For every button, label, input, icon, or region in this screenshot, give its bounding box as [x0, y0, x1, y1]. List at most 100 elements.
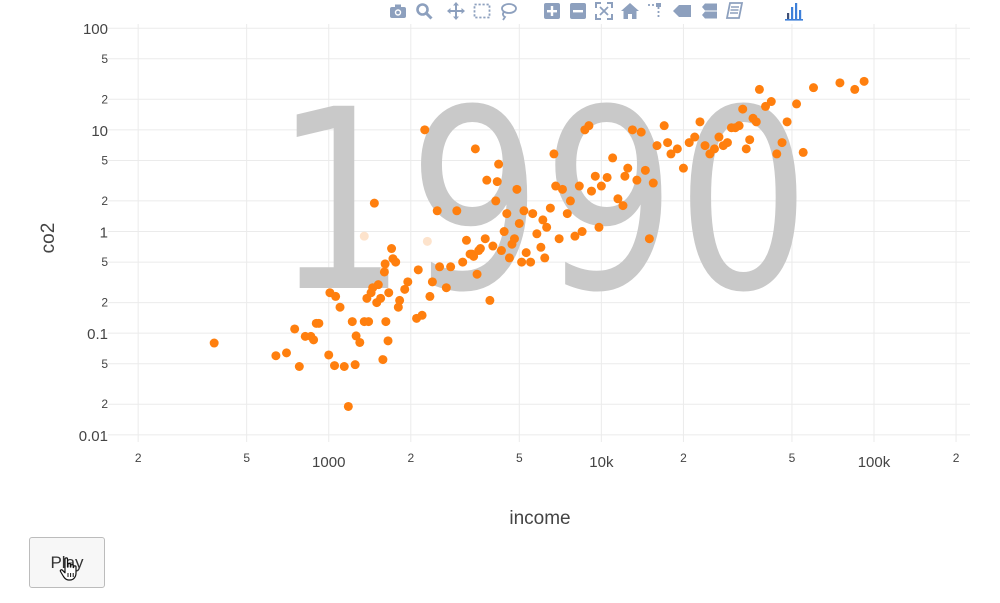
- data-point: [294, 362, 304, 372]
- data-point: [432, 206, 442, 216]
- data-point: [741, 144, 751, 154]
- data-point: [379, 267, 389, 277]
- data-point: [777, 138, 787, 148]
- data-point: [602, 172, 612, 182]
- data-point: [441, 283, 451, 293]
- data-point: [596, 181, 606, 191]
- x-axis-title: income: [509, 508, 570, 529]
- y-tick-label: 5: [101, 255, 108, 269]
- data-point: [271, 351, 281, 361]
- data-point: [521, 248, 531, 258]
- data-point: [381, 317, 391, 327]
- hover-compare-icon[interactable]: [695, 0, 721, 22]
- data-point: [734, 121, 744, 131]
- data-point: [417, 310, 427, 320]
- data-point: [413, 265, 423, 275]
- play-button[interactable]: Play: [29, 537, 105, 588]
- data-point: [378, 355, 388, 365]
- data-point: [623, 163, 633, 173]
- data-point: [636, 127, 646, 137]
- data-point: [545, 203, 555, 213]
- data-point: [488, 241, 498, 251]
- data-point: [536, 242, 546, 252]
- y-tick-label: 5: [101, 52, 108, 66]
- data-point: [632, 175, 642, 185]
- data-point: [480, 234, 490, 244]
- x-axis-ticks: 2 5 1000 2 5 10k 2 5 100k 2: [135, 451, 960, 471]
- data-point: [798, 147, 808, 157]
- y-tick-label: 5: [101, 357, 108, 371]
- data-point: [640, 165, 650, 175]
- data-point: [586, 186, 596, 196]
- data-point: [652, 141, 662, 151]
- data-point: [709, 144, 719, 154]
- faded-data-point: [422, 236, 432, 246]
- data-point: [782, 117, 792, 127]
- data-point: [446, 262, 456, 272]
- data-point: [695, 117, 705, 127]
- zoom-icon[interactable]: [411, 0, 437, 22]
- y-tick-label: 2: [101, 194, 108, 208]
- x-tick-label: 5: [243, 451, 250, 465]
- data-point: [627, 125, 637, 135]
- pan-icon[interactable]: [443, 0, 469, 22]
- reset-axes-icon[interactable]: [617, 0, 643, 22]
- data-point: [532, 229, 542, 239]
- data-point: [577, 227, 587, 237]
- x-tick-label: 2: [953, 451, 960, 465]
- data-point: [492, 177, 502, 187]
- x-tick-label: 100k: [858, 454, 891, 471]
- modebar: [385, 0, 807, 22]
- data-point: [678, 163, 688, 173]
- year-watermark: 1990: [274, 56, 811, 347]
- y-tick-label: 2: [101, 92, 108, 106]
- data-point: [472, 269, 482, 279]
- data-point: [512, 184, 522, 194]
- x-tick-label: 5: [516, 451, 523, 465]
- data-point: [502, 209, 512, 219]
- data-point: [672, 144, 682, 154]
- data-point: [618, 201, 628, 211]
- camera-icon[interactable]: [385, 0, 411, 22]
- data-point: [364, 317, 374, 327]
- y-axis-ticks: 0.01 2 5 0.1 2 5 1 2 5 10 2 5 100: [79, 21, 109, 445]
- data-point: [324, 350, 334, 360]
- data-point: [517, 257, 527, 267]
- data-point: [648, 178, 658, 188]
- data-point: [330, 361, 340, 371]
- spike-lines-icon[interactable]: [643, 0, 669, 22]
- data-point: [458, 257, 468, 267]
- data-point: [526, 257, 536, 267]
- docs-icon[interactable]: [721, 0, 747, 22]
- hover-closest-icon[interactable]: [669, 0, 695, 22]
- data-point: [369, 198, 379, 208]
- data-point: [509, 234, 519, 244]
- data-point: [380, 259, 390, 269]
- data-point: [335, 302, 345, 312]
- zoom-out-icon[interactable]: [565, 0, 591, 22]
- data-point: [496, 246, 506, 256]
- data-point: [435, 262, 445, 272]
- data-point: [290, 324, 300, 334]
- data-point: [554, 234, 564, 244]
- data-point: [792, 99, 802, 109]
- zoom-in-icon[interactable]: [539, 0, 565, 22]
- data-point: [339, 362, 349, 372]
- data-point: [574, 181, 584, 191]
- data-point: [620, 171, 630, 181]
- data-point: [859, 76, 869, 86]
- data-point: [557, 184, 567, 194]
- data-point: [659, 121, 669, 131]
- data-point: [722, 138, 732, 148]
- box-select-icon[interactable]: [469, 0, 495, 22]
- x-tick-label: 2: [680, 451, 687, 465]
- lasso-select-icon[interactable]: [495, 0, 521, 22]
- x-tick-label: 10k: [589, 454, 614, 471]
- data-point: [499, 227, 509, 237]
- data-point: [850, 84, 860, 94]
- data-point: [594, 222, 604, 232]
- plotly-logo-icon[interactable]: [781, 0, 807, 22]
- data-point: [403, 277, 413, 287]
- data-point: [766, 97, 776, 107]
- autoscale-icon[interactable]: [591, 0, 617, 22]
